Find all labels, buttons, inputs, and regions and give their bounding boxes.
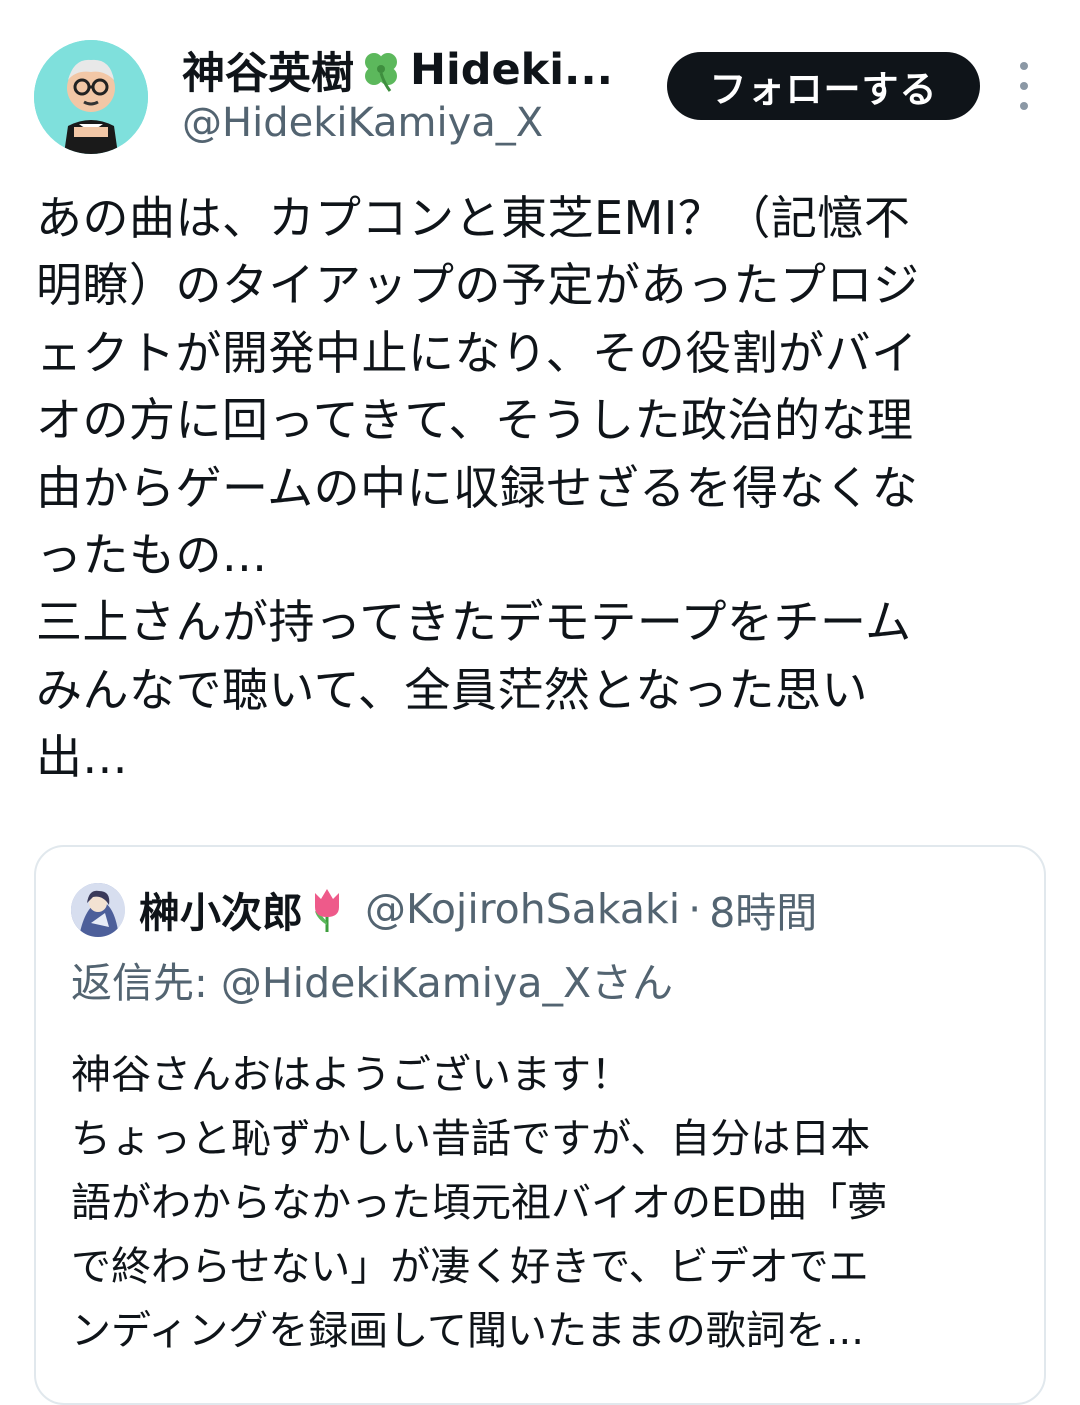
reply-to-label[interactable]: 返信先: @HidekiKamiya_Xさん	[71, 949, 673, 1009]
author-display-name[interactable]: 神谷英樹 Hideki...	[182, 40, 632, 100]
quoted-tweet-header: 榊小次郎 @KojirohSakaki · 8時間	[139, 879, 817, 939]
tulip-icon	[315, 889, 339, 932]
avatar-image	[71, 883, 125, 937]
quoted-timestamp[interactable]: 8時間	[709, 879, 817, 939]
header-separator: ·	[688, 885, 702, 933]
display-name-text: 神谷英樹	[182, 49, 354, 99]
quoted-display-name[interactable]: 榊小次郎	[139, 879, 303, 939]
author-avatar[interactable]	[34, 40, 148, 154]
tweet-text: あの曲は、カプコンと東芝EMI？（記憶不 明瞭）のタイアップの予定があったプロジ…	[36, 191, 920, 785]
quoted-handle[interactable]: @KojirohSakaki	[365, 885, 680, 933]
four-leaf-clover-icon	[365, 53, 397, 92]
follow-button[interactable]: フォローする	[667, 52, 980, 120]
display-name-suffix: Hideki...	[410, 45, 614, 95]
cartoon-avatar-icon	[34, 40, 148, 154]
more-options-icon[interactable]	[1010, 62, 1038, 110]
author-handle[interactable]: @HidekiKamiya_X	[182, 100, 543, 146]
quoted-author-avatar[interactable]	[71, 883, 125, 937]
quoted-tweet-card[interactable]: 榊小次郎 @KojirohSakaki · 8時間 返信先: @HidekiKa…	[34, 845, 1046, 1405]
quoted-tweet-text: 神谷さんおはようございます！ ちょっと恥ずかしい昔話ですが、自分は日本 語がわか…	[71, 1052, 888, 1354]
